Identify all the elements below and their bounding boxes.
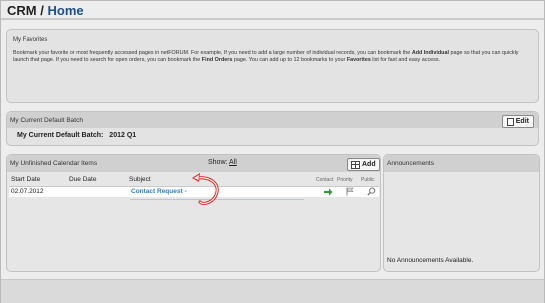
default-batch-panel: My Current Default Batch Edit My Current… xyxy=(6,111,539,146)
breadcrumb-separator: / xyxy=(40,3,44,18)
curved-red-arrow-icon xyxy=(192,173,219,205)
breadcrumb-home: Home xyxy=(47,3,84,18)
announcements-title: Announcements xyxy=(387,160,434,167)
favorites-description: Bookmark your favorite or most frequentl… xyxy=(13,50,531,64)
default-batch-header: My Current Default Batch Edit xyxy=(7,112,538,128)
edit-button-label: Edit xyxy=(515,118,529,125)
announcements-panel: Announcements No Announcements Available… xyxy=(383,154,540,272)
default-batch-value: 2012 Q1 xyxy=(109,132,137,139)
row-start-date: 02.07.2012 xyxy=(11,188,44,195)
column-public[interactable]: Public xyxy=(361,177,375,183)
edit-document-icon xyxy=(506,117,514,126)
favorites-text-find-orders: Find Orders xyxy=(201,57,233,63)
row-subject-link[interactable]: Contact Request - xyxy=(131,188,187,195)
show-all-link[interactable]: All xyxy=(229,159,237,166)
column-contact[interactable]: Contact xyxy=(316,177,333,183)
crm-home-window: CRM / Home My Favorites Bookmark your fa… xyxy=(0,0,545,303)
default-batch-title: My Current Default Batch xyxy=(10,117,83,124)
favorites-text-add-individual: Add Individual xyxy=(411,50,449,56)
footer-strip xyxy=(1,279,544,303)
default-batch-label: My Current Default Batch: xyxy=(17,132,104,139)
calendar-grid-icon xyxy=(351,160,360,169)
title-divider xyxy=(1,18,544,20)
calendar-items-title: My Unfinished Calendar Items xyxy=(10,160,98,167)
column-priority[interactable]: Priority xyxy=(337,177,353,183)
favorites-text-3: page. You can add up to 12 bookmarks to … xyxy=(232,57,347,63)
favorites-text-4: list for fast and easy access. xyxy=(370,57,441,63)
favorites-title: My Favorites xyxy=(13,37,48,43)
page-title: CRM / Home xyxy=(7,3,84,18)
show-filter: Show: All xyxy=(208,159,237,166)
column-start-date[interactable]: Start Date xyxy=(11,176,40,183)
column-subject[interactable]: Subject xyxy=(129,176,151,183)
flag-icon[interactable] xyxy=(346,187,354,196)
favorites-panel: My Favorites Bookmark your favorite or m… xyxy=(6,29,539,103)
column-due-date[interactable]: Due Date xyxy=(69,176,96,183)
default-batch-row: My Current Default Batch: 2012 Q1 xyxy=(17,132,136,139)
announcements-header: Announcements xyxy=(384,155,539,172)
add-button-label: Add xyxy=(362,161,376,168)
announcements-empty-message: No Announcements Available. xyxy=(387,257,474,264)
magnifier-icon[interactable] xyxy=(367,187,376,196)
add-calendar-item-button[interactable]: Add xyxy=(347,158,380,171)
edit-batch-button[interactable]: Edit xyxy=(501,115,534,128)
breadcrumb-section: CRM xyxy=(7,3,37,18)
favorites-text-1: Bookmark your favorite or most frequentl… xyxy=(13,50,412,56)
favorites-text-favorites: Favorites xyxy=(346,57,371,63)
green-arrow-icon[interactable] xyxy=(324,188,333,196)
show-filter-label: Show: xyxy=(208,159,228,166)
